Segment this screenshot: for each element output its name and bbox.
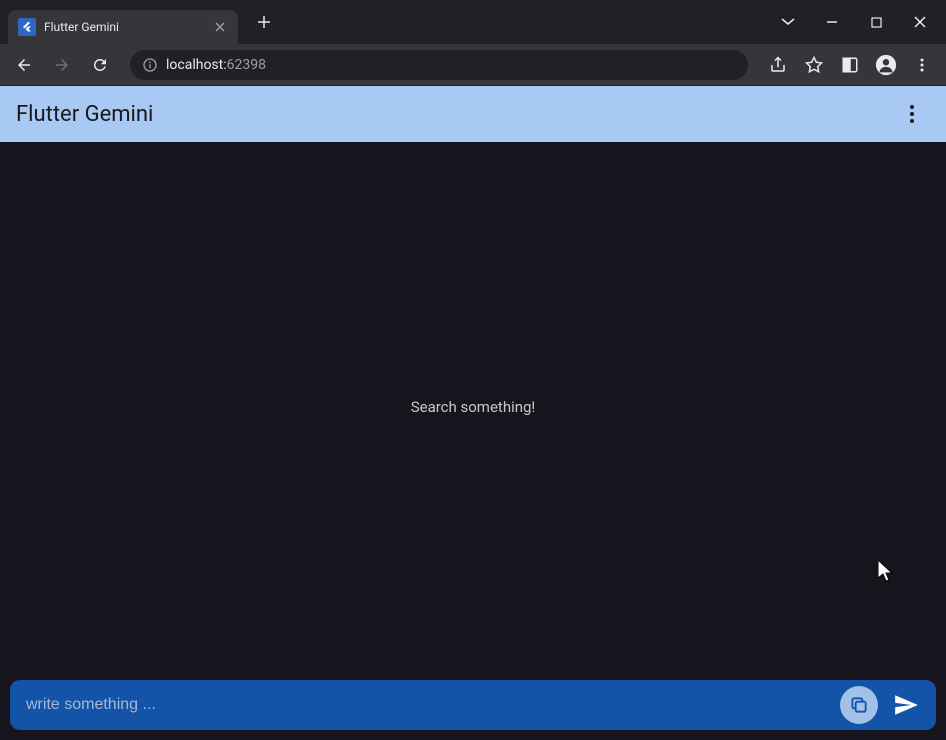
app-viewport: Flutter Gemini Search something! xyxy=(0,86,946,740)
new-tab-button[interactable] xyxy=(250,8,278,36)
chat-body: Search something! xyxy=(0,142,946,672)
send-button[interactable] xyxy=(886,685,926,725)
tab-title: Flutter Gemini xyxy=(44,20,204,34)
empty-state-text: Search something! xyxy=(411,398,536,416)
browser-menu-icon[interactable] xyxy=(906,49,938,81)
forward-button[interactable] xyxy=(46,49,78,81)
app-header: Flutter Gemini xyxy=(0,86,946,142)
address-bar[interactable]: localhost:62398 xyxy=(130,50,748,80)
browser-toolbar: localhost:62398 xyxy=(0,44,946,86)
window-controls xyxy=(770,0,946,44)
reading-list-icon[interactable] xyxy=(834,49,866,81)
message-input[interactable] xyxy=(26,696,832,714)
url-text: localhost:62398 xyxy=(166,57,266,73)
browser-tab[interactable]: Flutter Gemini xyxy=(8,10,238,44)
site-info-icon[interactable] xyxy=(142,57,158,73)
app-footer xyxy=(0,672,946,740)
app-title: Flutter Gemini xyxy=(16,102,153,127)
share-icon[interactable] xyxy=(762,49,794,81)
reload-button[interactable] xyxy=(84,49,116,81)
chevron-down-icon[interactable] xyxy=(770,7,806,37)
maximize-button[interactable] xyxy=(858,7,894,37)
browser-titlebar: Flutter Gemini xyxy=(0,0,946,44)
app-menu-icon[interactable] xyxy=(894,96,930,132)
close-window-button[interactable] xyxy=(902,7,938,37)
attach-button[interactable] xyxy=(840,686,878,724)
flutter-icon xyxy=(18,18,36,36)
minimize-button[interactable] xyxy=(814,7,850,37)
close-tab-icon[interactable] xyxy=(212,19,228,35)
profile-icon[interactable] xyxy=(870,49,902,81)
back-button[interactable] xyxy=(8,49,40,81)
bookmark-icon[interactable] xyxy=(798,49,830,81)
toolbar-actions xyxy=(762,49,938,81)
input-bar xyxy=(10,680,936,730)
